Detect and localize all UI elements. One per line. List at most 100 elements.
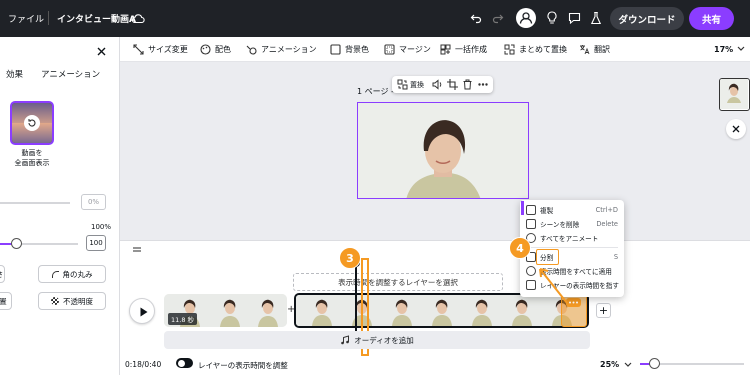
play-button[interactable] (129, 298, 155, 324)
tile-label-line2: 全画面表示 (14, 159, 50, 167)
chevron-down-icon[interactable] (737, 46, 745, 52)
trash-icon (526, 219, 536, 229)
add-page-button[interactable]: + (596, 303, 611, 318)
layers-icon (526, 280, 536, 290)
replace-all-icon (504, 44, 515, 55)
flask-icon[interactable] (590, 11, 602, 25)
user-avatar-icon[interactable] (516, 8, 536, 28)
step-3-badge: 3 (339, 247, 361, 269)
document-title[interactable]: インタビュー動画A (57, 12, 136, 25)
slider-value-field[interactable]: 0% (81, 194, 106, 210)
undo-icon[interactable] (470, 12, 482, 24)
toolbar-bulk-create[interactable]: 一括作成 (440, 37, 487, 62)
toolbar-label: 一括作成 (455, 45, 487, 54)
page-thumbnail[interactable] (719, 78, 750, 111)
corner-radius-button[interactable]: 角の丸み (38, 265, 106, 283)
menu-item-shortcut: Delete (596, 220, 618, 228)
menu-item-duplicate[interactable]: 複製 Ctrl+D (520, 203, 624, 217)
tile-label-line1: 動画を (21, 149, 43, 157)
partial-button-2[interactable]: 置 (0, 292, 12, 310)
corner-radius-label: 角の丸み (62, 269, 93, 279)
slider-track-2[interactable] (16, 243, 78, 245)
zoom-level[interactable]: 17% (714, 45, 733, 54)
left-panel: 効果 アニメーション 動画を 全画面表示 0% 100% 100 さ 角の丸み … (0, 37, 120, 375)
menu-item-label: 複製 (540, 207, 554, 215)
element-toolbar: 置換 (392, 76, 493, 93)
max-label: 100% (91, 223, 112, 231)
slider-track[interactable] (0, 202, 70, 204)
menu-item-shortcut: S (613, 253, 618, 261)
top-bar: ファイル インタビュー動画A ダウンロード 共有 (0, 0, 750, 37)
music-note-icon (341, 335, 350, 345)
adjust-layer-hint: 表示時間を調整するレイヤーを選択 (293, 273, 503, 291)
lightbulb-icon[interactable] (546, 11, 558, 25)
menu-selected-indicator (521, 201, 524, 215)
toolbar-animation[interactable]: アニメーション (246, 37, 317, 62)
replace-icon (397, 79, 408, 90)
replace-button[interactable]: 置換 (410, 80, 424, 90)
toolbar-background[interactable]: 背景色 (330, 37, 369, 62)
square-icon (330, 44, 341, 55)
page-thumbnail-image (720, 79, 748, 109)
chevron-down-icon[interactable] (624, 362, 632, 368)
opacity-button[interactable]: 不透明度 (38, 292, 106, 310)
timeline-zoom-thumb[interactable] (649, 358, 660, 369)
toolbar-replace-all[interactable]: まとめて置換 (504, 37, 567, 62)
close-icon[interactable] (97, 47, 106, 56)
timeline-zoom-slider[interactable] (654, 363, 744, 365)
menu-item-delete-scene[interactable]: シーンを削除 Delete (520, 217, 624, 231)
volume-icon[interactable] (432, 79, 443, 90)
collapse-handle-icon[interactable] (132, 247, 142, 253)
more-options-icon[interactable] (478, 83, 488, 86)
slider-value-field-2[interactable]: 100 (86, 235, 106, 251)
opacity-label: 不透明度 (63, 296, 93, 306)
crop-icon[interactable] (447, 79, 458, 90)
corner-radius-icon (51, 270, 59, 278)
close-pages-button[interactable] (726, 119, 746, 139)
trash-icon[interactable] (462, 79, 473, 90)
tab-effects[interactable]: 効果 (6, 68, 23, 80)
menu-divider (526, 247, 618, 248)
toolbar-margin[interactable]: マージン (384, 37, 431, 62)
bulk-create-icon (440, 44, 451, 55)
menu-item-label: シーンを削除 (540, 221, 580, 229)
timeline-zoom-level[interactable]: 25% (600, 360, 619, 369)
toolbar-label: まとめて置換 (519, 45, 567, 54)
play-icon (140, 307, 148, 317)
slider-thumb[interactable] (11, 238, 22, 249)
canvas-page[interactable] (357, 102, 529, 199)
comment-icon[interactable] (568, 12, 581, 24)
share-button[interactable]: 共有 (689, 7, 734, 30)
resize-icon (133, 44, 144, 55)
toolbar-color[interactable]: 配色 (200, 37, 231, 62)
checkerboard-icon (51, 297, 59, 305)
toggle-knob (177, 359, 185, 367)
translate-icon (580, 45, 590, 55)
playhead[interactable] (355, 262, 357, 337)
fullscreen-video-tile[interactable] (10, 101, 54, 145)
toolbar-label: アニメーション (261, 45, 317, 54)
menu-item-animate-all[interactable]: すべてをアニメート (520, 231, 624, 245)
toolbar-label: マージン (399, 45, 431, 54)
toolbar-label: 背景色 (345, 45, 369, 54)
animation-icon (246, 45, 257, 55)
partial-button-1[interactable]: さ (0, 265, 5, 283)
palette-icon (200, 44, 211, 55)
tab-animation[interactable]: アニメーション (41, 68, 100, 80)
time-position: 0:18/0:40 (125, 360, 162, 369)
add-audio-button[interactable]: オーディオを追加 (164, 331, 590, 349)
download-button[interactable]: ダウンロード (610, 7, 684, 30)
file-menu[interactable]: ファイル (8, 12, 44, 25)
toolbar-translate[interactable]: 翻訳 (579, 37, 610, 62)
toolbar-resize[interactable]: サイズ変更 (133, 37, 188, 62)
divider (48, 11, 49, 25)
add-audio-label: オーディオを追加 (354, 335, 414, 345)
toolbar-label: 翻訳 (594, 45, 610, 54)
copy-icon (526, 205, 536, 215)
layer-duration-toggle[interactable] (176, 358, 193, 368)
redo-icon[interactable] (492, 12, 504, 24)
cloud-icon (131, 14, 145, 24)
rotate-icon (24, 115, 40, 131)
clip-1[interactable]: 11.8 秒 (164, 294, 287, 327)
woman-video-image (358, 103, 528, 198)
